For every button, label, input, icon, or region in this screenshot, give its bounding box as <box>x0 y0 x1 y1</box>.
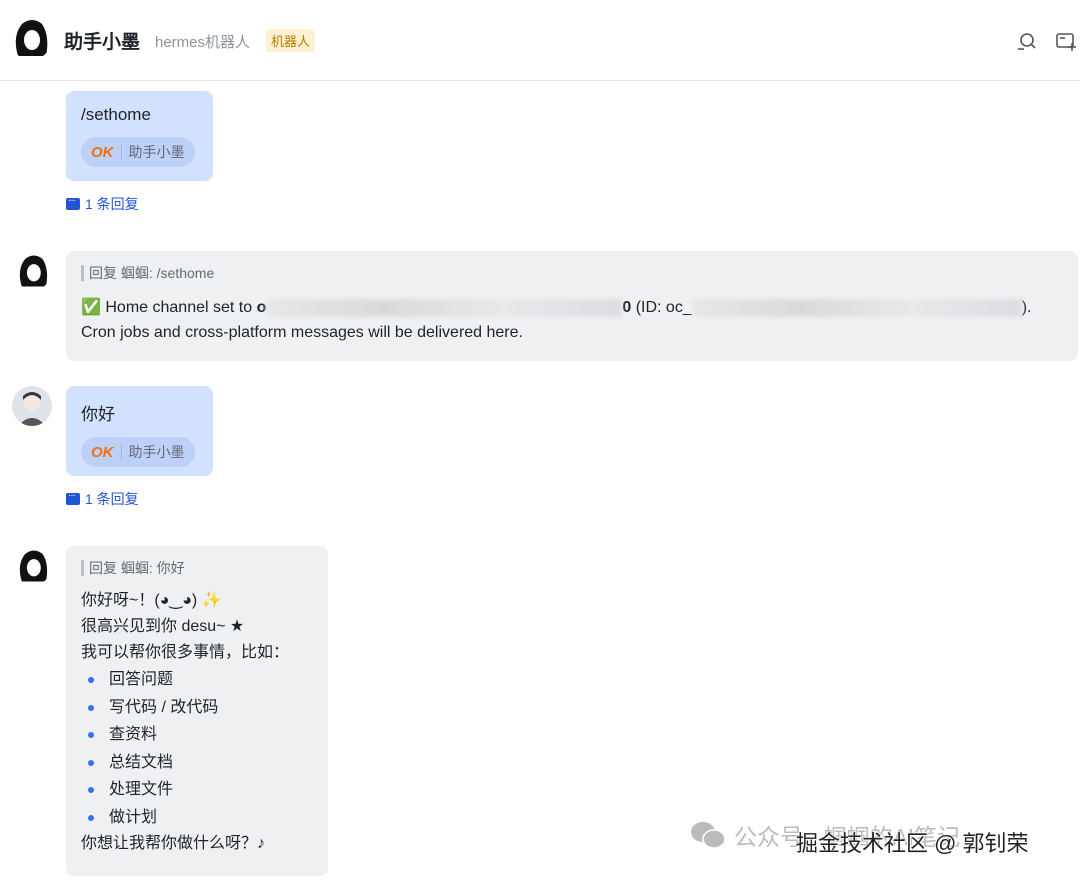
message-text: 你好 <box>81 400 198 425</box>
list-item: 总结文档 <box>81 749 313 777</box>
text-line: 很高兴见到你 desu~ ★ <box>81 614 313 640</box>
text-segment: (ID: oc_ <box>631 299 691 316</box>
reply-quote: 回复 蝈蝈: /sethome <box>81 265 1063 281</box>
reaction-chip[interactable]: OK 助手小墨 <box>81 137 195 167</box>
bot-avatar[interactable] <box>14 547 52 585</box>
reply-thread-link[interactable]: 1 条回复 <box>66 194 139 214</box>
search-icon[interactable] <box>1015 30 1037 52</box>
chat-subtitle: hermes机器人 <box>155 31 250 52</box>
ok-emoji-icon: OK <box>91 444 114 461</box>
reply-count: 1 条回复 <box>85 194 139 214</box>
list-item: 写代码 / 改代码 <box>81 694 313 722</box>
text-segment: o <box>257 299 267 316</box>
text-line: 我可以帮你很多事情，比如： <box>81 640 313 666</box>
message-text: ✅ Home channel set to o 0 (ID: oc_). Cron… <box>81 295 1063 345</box>
user-avatar[interactable] <box>12 386 52 426</box>
message-bubble[interactable]: 回复 蝈蝈: 你好 你好呀~！(◕‿◕) ✨ 很高兴见到你 desu~ ★ 我可… <box>66 546 328 876</box>
message-bubble[interactable]: 你好 OK 助手小墨 <box>66 386 213 476</box>
list-item: 处理文件 <box>81 776 313 804</box>
text-line: 你好呀~！(◕‿◕) ✨ <box>81 588 313 614</box>
text-segment: Cron jobs and cross-platform messages wi… <box>81 324 523 341</box>
reaction-user: 助手小墨 <box>129 142 185 162</box>
message-bubble[interactable]: /sethome OK 助手小墨 <box>66 91 213 181</box>
text-segment: ✅ Home channel set to <box>81 299 257 316</box>
bot-avatar[interactable] <box>14 252 52 290</box>
bot-avatar[interactable] <box>10 16 52 60</box>
reply-quote: 回复 蝈蝈: 你好 <box>81 560 313 576</box>
comment-icon <box>66 198 80 210</box>
list-item: 查资料 <box>81 721 313 749</box>
ok-emoji-icon: OK <box>91 144 114 161</box>
bot-badge: 机器人 <box>266 29 315 52</box>
chat-header: 助手小墨 hermes机器人 机器人 <box>0 0 1080 81</box>
overlay-watermark: 掘金技术社区 @ 郭钊荣 <box>796 826 1029 858</box>
message-text: /sethome <box>81 105 198 125</box>
reaction-chip[interactable]: OK 助手小墨 <box>81 437 195 467</box>
add-window-icon[interactable] <box>1055 30 1077 52</box>
wechat-icon <box>690 820 726 850</box>
comment-icon <box>66 493 80 505</box>
message-text: 你好呀~！(◕‿◕) ✨ 很高兴见到你 desu~ ★ 我可以帮你很多事情，比如… <box>81 588 313 857</box>
reply-thread-link[interactable]: 1 条回复 <box>66 489 139 509</box>
bullet-list: 回答问题 写代码 / 改代码 查资料 总结文档 处理文件 做计划 <box>81 666 313 831</box>
text-line: 你想让我帮你做什么呀？♪ <box>81 831 313 857</box>
text-segment: 0 <box>622 299 631 316</box>
reaction-user: 助手小墨 <box>129 442 185 462</box>
text-segment: ). <box>1022 299 1032 316</box>
message-bubble[interactable]: 回复 蝈蝈: /sethome ✅ Home channel set to o 0… <box>66 251 1078 361</box>
list-item: 做计划 <box>81 804 313 832</box>
reply-count: 1 条回复 <box>85 489 139 509</box>
redacted-block <box>692 299 1022 317</box>
list-item: 回答问题 <box>81 666 313 694</box>
redacted-block <box>266 299 622 317</box>
chat-title: 助手小墨 <box>64 27 140 54</box>
